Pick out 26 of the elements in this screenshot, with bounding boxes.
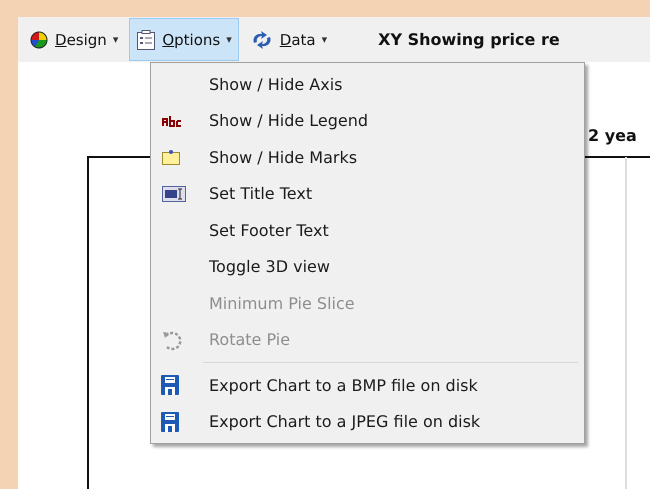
toolbar-menu-button[interactable]: Options ▾ [129, 18, 239, 61]
menu-label: Design [55, 30, 107, 48]
menu-label: Options [162, 30, 220, 48]
menu-item[interactable]: Export Chart to a JPEG file on disk [153, 404, 582, 440]
menu-item[interactable]: Toggle 3D view [153, 248, 582, 285]
note-icon [161, 148, 181, 166]
menu-item[interactable]: Show / Hide Legend [153, 102, 582, 139]
chart-title: XY Showing price re [378, 30, 560, 49]
save-icon [161, 375, 179, 396]
toolbar-menu-button[interactable]: Data ▾ [242, 18, 334, 61]
menu-item[interactable]: Export Chart to a BMP file on disk [153, 367, 582, 404]
caret-icon: ▾ [226, 33, 232, 46]
save-icon [161, 412, 179, 432]
menu-item[interactable]: Set Title Text [153, 176, 582, 212]
toolbar-menu-button[interactable]: Design ▾ [22, 18, 126, 61]
chart-title: 2 yea [588, 126, 637, 145]
rotate-icon [161, 328, 183, 351]
text-field-icon [161, 184, 187, 203]
list-icon [136, 28, 156, 50]
caret-icon: ▾ [322, 33, 328, 46]
menu-item[interactable]: Set Footer Text [153, 212, 582, 248]
pie-chart-icon [29, 30, 49, 50]
menu-label: Data [280, 30, 316, 48]
menu-item[interactable]: Show / Hide Axis [153, 66, 582, 102]
menu-item[interactable]: Show / Hide Marks [153, 139, 582, 176]
caret-icon: ▾ [112, 33, 118, 46]
